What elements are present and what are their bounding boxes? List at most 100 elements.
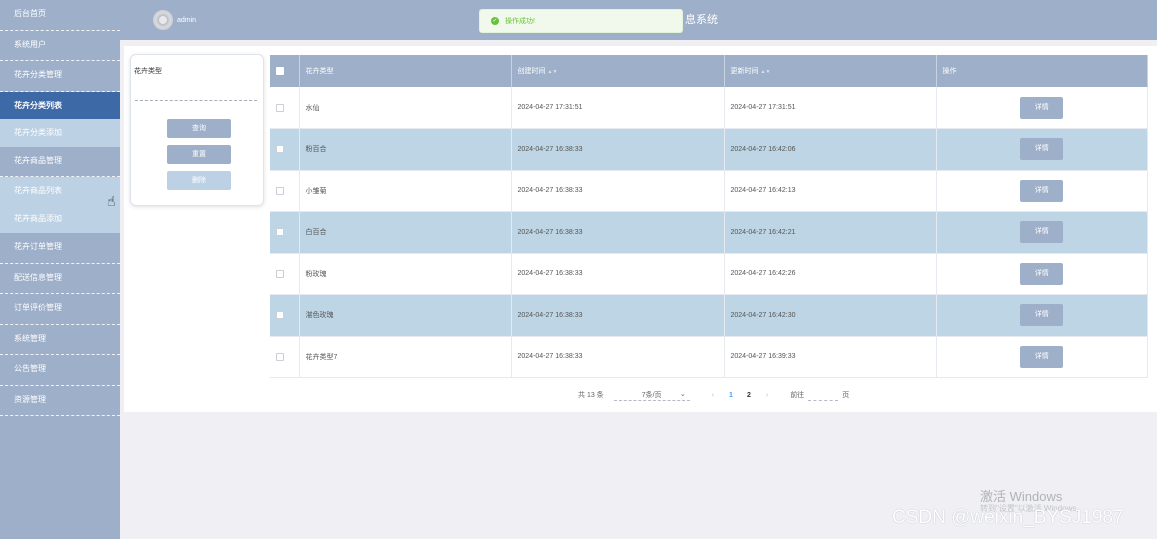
cell-created: 2024-04-27 16:38:33 [511,170,725,212]
chevron-down-icon: ⌄ [679,390,686,398]
cell-type: 湛色玫瑰 [299,294,512,337]
page-number[interactable]: 2 [747,392,751,399]
nav-order-management[interactable]: 花卉订单管理 [0,233,120,264]
table-row: 粉百合 2024-04-27 16:38:33 2024-04-27 16:42… [270,128,1148,171]
row-checkbox[interactable] [276,228,284,237]
page-size-value: 7条/页 [641,391,662,399]
table-row: 白百合 2024-04-27 16:38:33 2024-04-27 16:42… [270,211,1148,254]
row-checkbox-cell [270,211,300,254]
table-row: 花卉类型7 2024-04-27 16:38:33 2024-04-27 16:… [270,336,1148,378]
detail-button[interactable]: 详情 [1020,345,1064,368]
cell-type: 白百合 [299,211,512,254]
prev-page-icon[interactable]: ‹ [712,392,714,399]
cell-type: 花卉类型7 [299,336,512,378]
header-updated[interactable]: 更新时间 ▲▼ [724,55,937,87]
reset-button[interactable]: 重置 [167,145,231,164]
sort-icon[interactable]: ▲▼ [761,69,771,75]
cell-type: 小雏菊 [299,170,512,212]
username[interactable]: admin [177,17,196,24]
system-title: 息系统 [685,14,718,26]
hand-cursor-icon: ☝ [107,193,116,209]
table-row: 湛色玫瑰 2024-04-27 16:38:33 2024-04-27 16:4… [270,294,1148,337]
table-row: 水仙 2024-04-27 17:31:51 2024-04-27 17:31:… [270,87,1148,129]
detail-button[interactable]: 详情 [1020,138,1064,161]
detail-button[interactable]: 详情 [1020,262,1064,285]
cell-created: 2024-04-27 16:38:33 [511,253,725,295]
row-checkbox-cell [270,336,300,378]
detail-button[interactable]: 详情 [1020,304,1064,327]
cell-operation: 详情 [936,211,1148,254]
nav-category-management[interactable]: 花卉分类管理 [0,61,120,92]
row-checkbox-cell [270,294,300,337]
cell-updated: 2024-04-27 16:42:21 [724,211,937,254]
delete-button[interactable]: 删除 [167,171,231,190]
nav-product-list[interactable]: 花卉商品列表 [0,177,120,205]
detail-button[interactable]: 详情 [1020,179,1064,202]
nav-product-add[interactable]: 花卉商品添加 [0,205,120,233]
cell-type: 粉百合 [299,128,512,171]
cell-updated: 2024-04-27 17:31:51 [724,87,937,129]
cell-operation: 详情 [936,253,1148,295]
row-checkbox[interactable] [276,186,284,195]
nav-system-users[interactable]: 系统用户 [0,31,120,61]
avatar[interactable] [153,10,173,30]
header-operation: 操作 [936,55,1148,87]
page-suffix: 页 [842,392,850,399]
header-created-label: 创建时间 [517,68,546,75]
search-panel: 花卉类型 查询 重置 删除 [130,54,264,206]
next-page-icon[interactable]: › [766,392,768,399]
cell-created: 2024-04-27 16:38:33 [511,128,725,171]
pagination: 共 13 条 7条/页 ⌄ ‹ 1 2 › 前往 页 [578,388,849,402]
nav-announcement-management[interactable]: 公告管理 [0,355,120,386]
cell-operation: 详情 [936,128,1148,171]
cell-updated: 2024-04-27 16:39:33 [724,336,937,378]
success-toast: ✓ 操作成功! [479,9,683,33]
toast-message: 操作成功! [505,18,535,25]
cell-type: 粉玫瑰 [299,253,512,295]
query-button[interactable]: 查询 [167,119,231,138]
table-header-row: 花卉类型 创建时间 ▲▼ 更新时间 ▲▼ 操作 [270,55,1148,87]
category-table: 花卉类型 创建时间 ▲▼ 更新时间 ▲▼ 操作 水仙 2024-04-27 17:3… [270,55,1148,378]
table-row: 小雏菊 2024-04-27 16:38:33 2024-04-27 16:42… [270,170,1148,212]
nav-system-settings[interactable]: 系统管理 [0,325,120,355]
nav-review-management[interactable]: 订单评价管理 [0,294,120,325]
sort-icon[interactable]: ▲▼ [548,69,558,75]
nav-home[interactable]: 后台首页 [0,0,120,31]
cell-updated: 2024-04-27 16:42:06 [724,128,937,171]
nav-product-management[interactable]: 花卉商品管理 [0,147,120,177]
row-checkbox[interactable] [276,352,284,361]
nav-category-add[interactable]: 花卉分类添加 [0,118,120,147]
cell-operation: 详情 [936,170,1148,212]
cell-operation: 详情 [936,87,1148,129]
goto-label: 前往 [790,392,805,399]
detail-button[interactable]: 详情 [1020,221,1064,244]
nav-delivery-management[interactable]: 配送信息管理 [0,264,120,294]
row-checkbox[interactable] [276,145,284,154]
cell-created: 2024-04-27 16:38:33 [511,211,725,254]
flower-type-input[interactable] [135,85,257,101]
table-row: 粉玫瑰 2024-04-27 16:38:33 2024-04-27 16:42… [270,253,1148,295]
cell-updated: 2024-04-27 16:42:26 [724,253,937,295]
total-count: 共 13 条 [578,392,604,399]
row-checkbox[interactable] [276,103,284,112]
sidebar: 后台首页 系统用户 花卉分类管理 花卉分类列表 花卉分类添加 花卉商品管理 花卉… [0,0,120,539]
csdn-watermark: CSDN @weixin_BYSJ1987 [892,507,1124,528]
row-checkbox-cell [270,128,300,171]
nav-resource-management[interactable]: 资源管理 [0,386,120,416]
cell-updated: 2024-04-27 16:42:30 [724,294,937,337]
row-checkbox[interactable] [276,269,284,278]
page-number[interactable]: 1 [729,392,733,399]
search-label: 花卉类型 [134,68,162,75]
cell-operation: 详情 [936,294,1148,337]
select-all-checkbox[interactable] [276,67,284,75]
row-checkbox[interactable] [276,311,284,320]
detail-button[interactable]: 详情 [1020,96,1064,119]
goto-page-input[interactable] [808,389,839,401]
page-size-select[interactable]: 7条/页 ⌄ [613,390,690,401]
header-created[interactable]: 创建时间 ▲▼ [511,55,725,87]
row-checkbox-cell [270,170,300,212]
check-circle-icon: ✓ [491,17,499,25]
nav-category-list[interactable]: 花卉分类列表 [0,91,120,119]
row-checkbox-cell [270,87,300,129]
cell-operation: 详情 [936,336,1148,378]
